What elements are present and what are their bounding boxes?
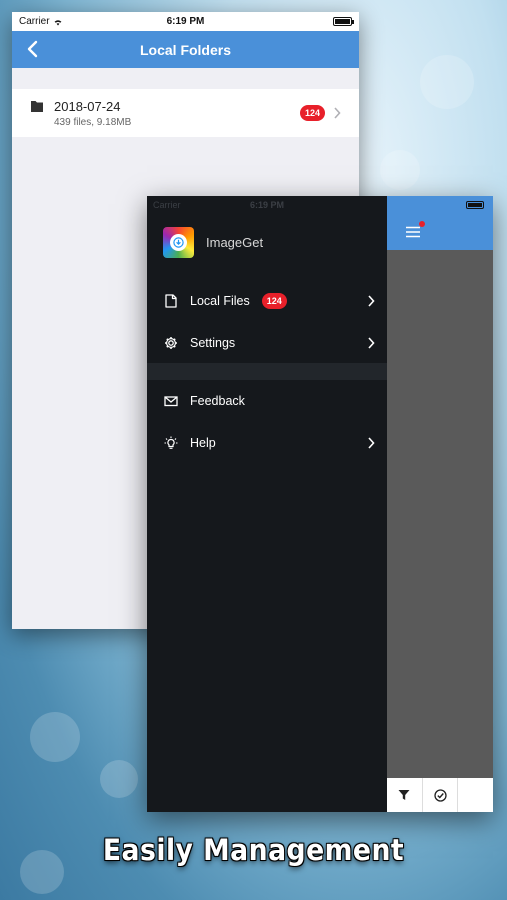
page-title: Local Folders xyxy=(139,41,232,58)
chevron-right-icon xyxy=(368,337,375,349)
menu-item-label: Local Files xyxy=(190,294,250,308)
app-name: ImageGet xyxy=(206,235,264,250)
bokeh-decoration xyxy=(380,150,420,190)
side-menu: Carrier 6:19 PM ImageGet Local Files 124… xyxy=(147,196,387,812)
menu-item-local-files[interactable]: Local Files 124 xyxy=(147,280,387,322)
promo-caption: Easily Management xyxy=(102,833,405,867)
chevron-left-icon[interactable] xyxy=(26,40,40,58)
menu-item-label: Settings xyxy=(190,336,236,350)
navigation-bar xyxy=(387,214,493,250)
folder-info: 2018-07-24 439 files, 9.18MB xyxy=(54,99,131,128)
status-time: 6:19 PM xyxy=(249,200,284,210)
notification-dot xyxy=(419,221,425,227)
download-icon xyxy=(173,237,184,248)
menu-divider xyxy=(147,363,387,380)
menu-item-settings[interactable]: Settings xyxy=(147,322,387,364)
battery-icon xyxy=(466,201,484,209)
bokeh-decoration xyxy=(420,55,474,109)
filter-button[interactable] xyxy=(387,778,423,812)
battery-icon xyxy=(333,17,354,26)
side-menu-screen: Carrier 6:19 PM ImageGet Local Files 124… xyxy=(147,196,493,812)
count-badge: 124 xyxy=(261,293,287,309)
bokeh-decoration xyxy=(100,760,138,798)
chevron-right-icon xyxy=(368,437,375,449)
bokeh-decoration xyxy=(30,712,80,762)
menu-item-feedback[interactable]: Feedback xyxy=(147,380,387,422)
chevron-right-icon xyxy=(368,295,375,307)
hamburger-icon xyxy=(406,226,420,238)
status-bar: Carrier 6:19 PM xyxy=(12,12,359,31)
filter-icon xyxy=(398,790,410,800)
select-button[interactable] xyxy=(423,778,459,812)
check-circle-icon xyxy=(433,788,447,802)
folder-icon xyxy=(31,101,43,112)
count-badge: 124 xyxy=(299,105,325,121)
imageget-logo xyxy=(163,227,194,258)
menu-icon[interactable] xyxy=(406,221,425,238)
folder-list-item[interactable]: 2018-07-24 439 files, 9.18MB 124 xyxy=(12,89,359,137)
lightbulb-icon xyxy=(164,436,178,449)
folder-name: 2018-07-24 xyxy=(54,98,121,114)
menu-item-help[interactable]: Help xyxy=(147,422,387,464)
toolbar-slot xyxy=(458,778,493,812)
gear-icon xyxy=(165,337,177,349)
bottom-toolbar xyxy=(387,778,493,812)
folder-meta: 439 files, 9.18MB xyxy=(54,116,132,128)
menu-item-label: Feedback xyxy=(190,394,245,408)
status-time: 6:19 PM xyxy=(166,16,205,27)
app-header: ImageGet xyxy=(163,227,263,258)
chevron-right-icon xyxy=(334,107,341,119)
status-bar: Carrier 6:19 PM xyxy=(147,196,387,214)
file-icon xyxy=(165,294,177,308)
envelope-icon xyxy=(164,396,178,407)
navigation-bar: Local Folders xyxy=(12,31,359,68)
status-bar xyxy=(387,196,493,214)
main-content-dimmed[interactable] xyxy=(387,196,493,812)
menu-item-label: Help xyxy=(190,436,216,450)
